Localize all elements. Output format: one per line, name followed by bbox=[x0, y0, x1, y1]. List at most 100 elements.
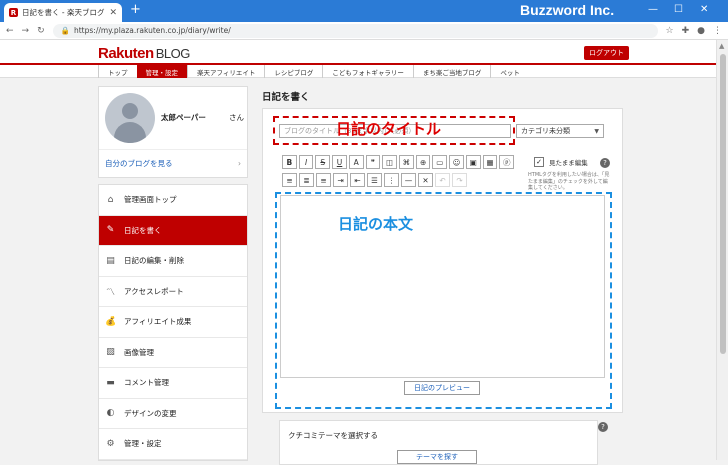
redo-icon[interactable]: ↷ bbox=[452, 173, 467, 187]
emoji-icon[interactable]: ☺ bbox=[449, 155, 464, 169]
font-size-button[interactable]: A bbox=[348, 155, 364, 169]
image-insert-icon[interactable]: ▣ bbox=[465, 155, 481, 169]
help-icon[interactable]: ? bbox=[600, 158, 610, 168]
align-left-icon[interactable]: ≡ bbox=[282, 173, 297, 187]
logo-main: Rakuten bbox=[98, 45, 154, 62]
preview-button[interactable]: 日記のプレビュー bbox=[404, 381, 480, 395]
minimize-button[interactable]: — bbox=[648, 4, 658, 15]
sidebar-item-label: 日記を書く bbox=[124, 225, 162, 235]
logo-sub: BLOG bbox=[155, 46, 191, 61]
strikethrough-button[interactable]: S bbox=[315, 155, 331, 169]
close-window-button[interactable]: ✕ bbox=[700, 4, 708, 15]
sidebar-menu: ⌂ 管理画面トップ ✎ 日記を書く ▤ 日記の編集・削除 〽アクセスレポート 💰 アフィ… bbox=[98, 184, 248, 461]
sidebar-item-label: アクセスレポート bbox=[124, 286, 184, 296]
rakuten-favicon-icon: R bbox=[9, 8, 18, 17]
avatar-body-shape bbox=[114, 122, 146, 143]
avatar bbox=[105, 93, 155, 143]
home-icon: ⌂ bbox=[107, 194, 114, 205]
scrollbar-thumb[interactable] bbox=[720, 54, 726, 354]
embed-icon[interactable]: ▭ bbox=[432, 155, 448, 169]
sidebar-item-image-management[interactable]: ▨ 画像管理 bbox=[99, 338, 247, 368]
star-icon[interactable]: ☆ bbox=[666, 26, 674, 36]
undo-icon[interactable]: ↶ bbox=[435, 173, 450, 187]
sidebar-item-write-diary[interactable]: ✎ 日記を書く bbox=[99, 215, 247, 246]
outdent-icon[interactable]: ⇤ bbox=[350, 173, 365, 187]
chart-line-icon: 〽 bbox=[105, 287, 115, 298]
menu-icon[interactable]: ⋮ bbox=[713, 26, 722, 36]
raw-edit-checkbox[interactable]: ✓ bbox=[534, 157, 544, 167]
sidebar-item-settings[interactable]: ⚙ 管理・設定 bbox=[99, 429, 247, 460]
nav-item-recipe[interactable]: レシピブログ bbox=[264, 65, 322, 78]
bullet-list-icon[interactable]: ☰ bbox=[367, 173, 382, 187]
scroll-up-icon[interactable]: ▲ bbox=[719, 42, 724, 50]
clear-format-icon[interactable]: ✕ bbox=[418, 173, 433, 187]
nav-item-top[interactable]: トップ bbox=[98, 65, 137, 78]
nav-item-affiliate[interactable]: 楽天アフィリエイト bbox=[187, 65, 264, 78]
kuchikomi-label: クチコミテーマを選択する bbox=[288, 431, 378, 440]
comment-icon: ▬ bbox=[106, 377, 115, 388]
lock-icon: 🔒 bbox=[60, 26, 70, 35]
quote-icon[interactable]: ❞ bbox=[365, 155, 381, 169]
indent-icon[interactable]: ⇥ bbox=[333, 173, 348, 187]
extension-icon[interactable]: ✚ bbox=[682, 26, 690, 36]
sidebar-item-dashboard[interactable]: ⌂ 管理画面トップ bbox=[99, 185, 247, 216]
sidebar-item-design[interactable]: ◐ デザインの変更 bbox=[99, 399, 247, 429]
italic-button[interactable]: I bbox=[298, 155, 314, 169]
palette-icon: ◐ bbox=[106, 408, 115, 419]
category-select[interactable]: カテゴリ未分類 ▼ bbox=[516, 124, 604, 138]
gallery-icon[interactable]: ▦ bbox=[482, 155, 498, 169]
rakuten-blog-logo[interactable]: Rakuten BLOG bbox=[98, 45, 190, 62]
nav-item-settings[interactable]: 管理・設定 bbox=[136, 65, 187, 78]
underline-button[interactable]: U bbox=[332, 155, 347, 169]
chevron-right-icon: › bbox=[238, 159, 241, 168]
raw-edit-label: 見たまま編集 bbox=[549, 159, 588, 167]
toolbar-row-1: B I S U A ❞ ◫ ⌘ ⊕ ▭ ☺ ▣ ▦ ⓟ bbox=[282, 155, 515, 169]
sidebar-item-affiliate-results[interactable]: 💰 アフィリエイト成果 bbox=[99, 307, 247, 338]
reload-icon[interactable]: ↻ bbox=[37, 26, 45, 36]
horizontal-rule-icon[interactable]: — bbox=[401, 173, 416, 187]
sidebar-item-comment-management[interactable]: ▬ コメント管理 bbox=[99, 368, 247, 399]
sidebar-item-label: 画像管理 bbox=[124, 347, 154, 357]
profile-name: 太郎ペーパー bbox=[161, 113, 206, 122]
browser-titlebar: R 日記を書く - 楽天ブログ ✕ + Buzzword Inc. — ☐ ✕ bbox=[0, 0, 728, 22]
nav-item-local-blog[interactable]: まち楽ご当地ブログ bbox=[412, 65, 491, 78]
sidebar-item-access-report[interactable]: 〽アクセスレポート bbox=[99, 277, 247, 307]
globe-icon[interactable]: ⊕ bbox=[415, 155, 431, 169]
profile-icon[interactable]: ● bbox=[697, 26, 705, 36]
back-icon[interactable]: ← bbox=[6, 26, 14, 36]
view-my-blog-label: 自分のブログを見る bbox=[105, 159, 173, 168]
link-icon[interactable]: ⌘ bbox=[399, 155, 414, 169]
sidebar-item-label: コメント管理 bbox=[124, 378, 169, 388]
maximize-button[interactable]: ☐ bbox=[674, 4, 683, 15]
url-field[interactable]: 🔒 https://my.plaza.rakuten.co.jp/diary/w… bbox=[52, 23, 658, 38]
money-bag-icon: 💰 bbox=[105, 316, 117, 327]
url-text: https://my.plaza.rakuten.co.jp/diary/wri… bbox=[73, 26, 231, 35]
pencil-icon: ✎ bbox=[106, 225, 115, 236]
find-theme-button[interactable]: テーマを探す bbox=[397, 450, 477, 464]
align-center-icon[interactable]: ≣ bbox=[299, 173, 314, 187]
view-my-blog-link[interactable]: 自分のブログを見る › bbox=[99, 149, 247, 177]
sidebar-item-label: 管理画面トップ bbox=[124, 195, 177, 205]
product-link-icon[interactable]: ⓟ bbox=[499, 155, 515, 169]
sidebar-item-label: 管理・設定 bbox=[124, 439, 162, 449]
help-icon[interactable]: ? bbox=[598, 422, 608, 432]
browser-tab[interactable]: R 日記を書く - 楽天ブログ ✕ bbox=[4, 3, 122, 22]
logout-button[interactable]: ログアウト bbox=[584, 46, 629, 60]
image-icon: ▨ bbox=[106, 347, 115, 358]
sidebar-item-label: デザインの変更 bbox=[124, 408, 177, 418]
avatar-head-shape bbox=[122, 103, 138, 119]
align-right-icon[interactable]: ≡ bbox=[316, 173, 331, 187]
raw-edit-note: HTMLタグを利用したい場合は、「見たまま編集」のチェックを外して編集してくださ… bbox=[528, 172, 610, 191]
nav-item-kids-photo[interactable]: こどもフォトギャラリー bbox=[322, 65, 413, 78]
tab-close-icon[interactable]: ✕ bbox=[109, 8, 117, 18]
page-scrollbar[interactable]: ▲ bbox=[716, 40, 728, 460]
numbered-list-icon[interactable]: ⋮ bbox=[384, 173, 399, 187]
new-tab-button[interactable]: + bbox=[130, 2, 141, 17]
sidebar-item-edit-delete[interactable]: ▤ 日記の編集・削除 bbox=[99, 246, 247, 277]
editor-toolbar: B I S U A ❞ ◫ ⌘ ⊕ ▭ ☺ ▣ ▦ ⓟ ≡ ≣ ≡ ⇥ ⇤ ☰ … bbox=[282, 155, 515, 191]
forward-icon[interactable]: → bbox=[22, 26, 30, 36]
nav-item-pet[interactable]: ペット bbox=[490, 65, 529, 78]
copy-icon[interactable]: ◫ bbox=[382, 155, 398, 169]
category-value: カテゴリ未分類 bbox=[521, 127, 570, 135]
bold-button[interactable]: B bbox=[282, 155, 297, 169]
